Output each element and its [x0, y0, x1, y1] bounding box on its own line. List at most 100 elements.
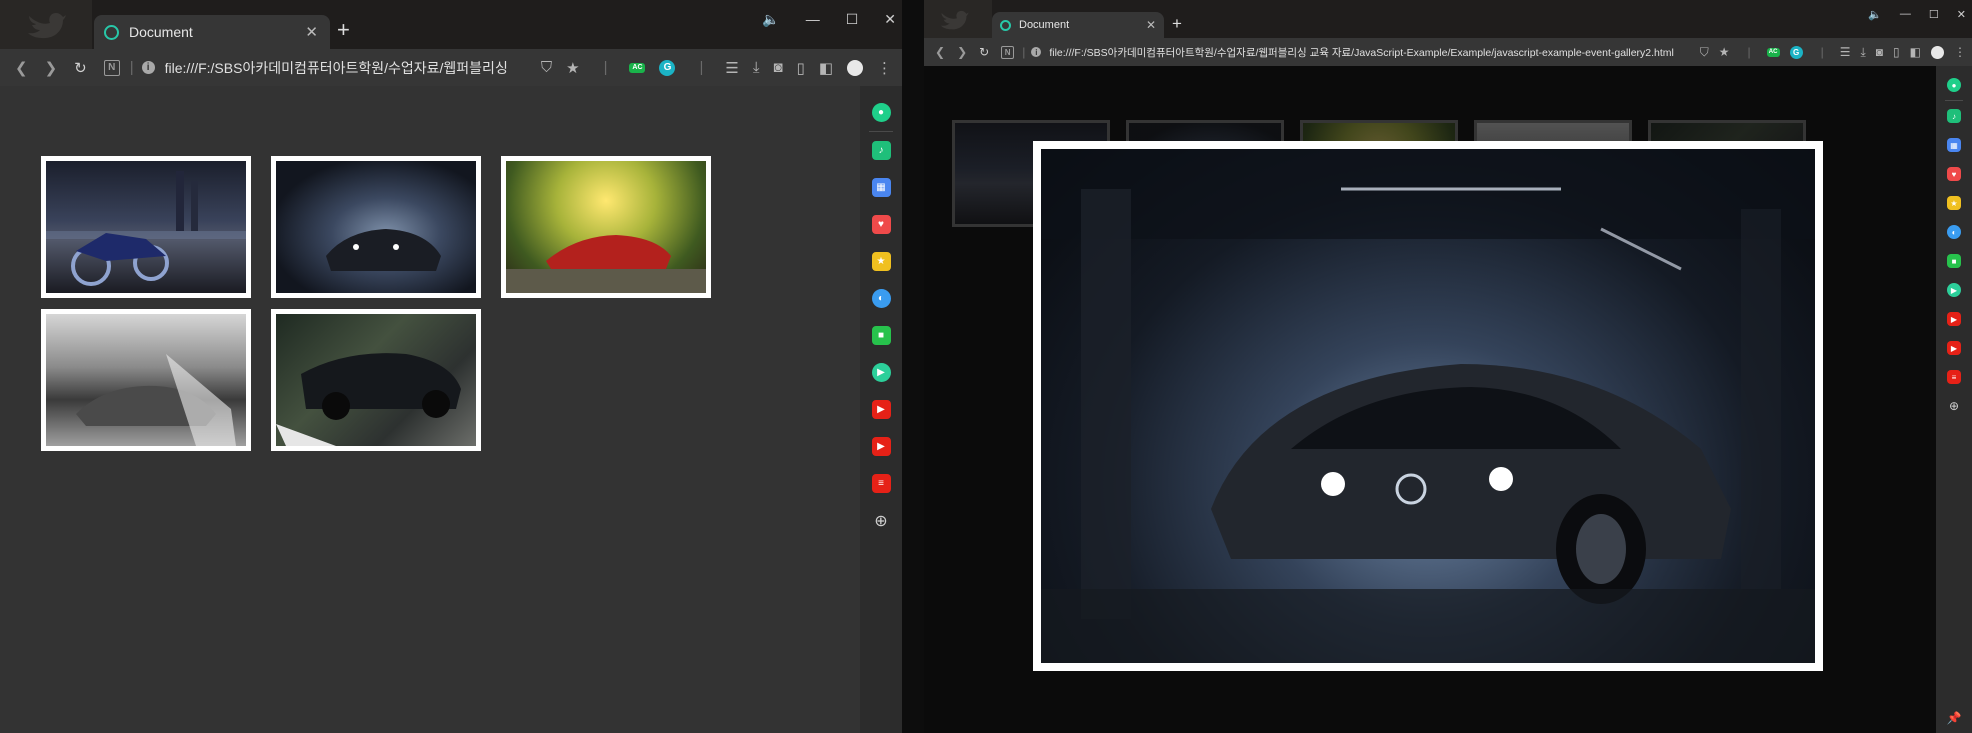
- camera-icon[interactable]: ◙: [1876, 45, 1883, 59]
- tab-document[interactable]: Document ✕: [992, 12, 1164, 38]
- papago-icon[interactable]: ≡: [1947, 370, 1961, 384]
- menu-dots-icon[interactable]: ⋮: [1954, 45, 1966, 59]
- new-tab-button[interactable]: +: [1172, 14, 1182, 34]
- naver-page-icon[interactable]: N: [103, 59, 120, 76]
- window-controls: 🔈 — ☐ ✕: [1868, 8, 1966, 21]
- menu-dots-icon[interactable]: ⋮: [877, 59, 892, 77]
- green-app-icon[interactable]: ■: [871, 326, 891, 345]
- reload-button[interactable]: ↻: [74, 59, 87, 77]
- naver-page-icon[interactable]: N: [1001, 45, 1015, 59]
- toolbar-divider: |: [1747, 45, 1751, 59]
- sidebar-toggle-icon[interactable]: ◧: [819, 59, 833, 77]
- toolbar-tools: ⛉ ★ | AC G | ☰ ⤓ ◙ ▯ ◧ ⋮: [1700, 45, 1972, 60]
- tab-favicon-icon: [104, 24, 119, 40]
- youtube-alt-icon[interactable]: ▶: [871, 437, 891, 456]
- camera-icon[interactable]: ◙: [773, 59, 782, 76]
- address-bar[interactable]: file:///F:/SBS아카데미컴퓨터아트학원/수업자료/웹퍼블리싱 교육 …: [1049, 45, 1699, 60]
- pin-icon[interactable]: 📌: [1947, 711, 1962, 725]
- gallery-thumb-5[interactable]: [271, 309, 481, 451]
- bookmark-star-icon[interactable]: ★: [1719, 45, 1730, 59]
- left-browser-window: Document ✕ + 🔈 — ☐ ✕ ❮ ❯ ↻ N | i file://…: [0, 0, 902, 733]
- youtube-alt-icon[interactable]: ▶: [1947, 341, 1961, 355]
- gallery-thumb-4[interactable]: [41, 309, 251, 451]
- profile-avatar[interactable]: [847, 59, 863, 76]
- shield-icon[interactable]: ⛉: [1700, 45, 1709, 60]
- tab-close-icon[interactable]: ✕: [1146, 18, 1156, 32]
- toolbar-divider: |: [699, 59, 704, 76]
- star-icon[interactable]: ★: [871, 252, 891, 271]
- play-icon[interactable]: ▶: [1947, 283, 1961, 297]
- gallery-thumb-3[interactable]: [501, 156, 711, 298]
- calendar-icon[interactable]: ▦: [871, 178, 891, 197]
- window-controls: 🔈 — ☐ ✕: [762, 11, 896, 28]
- minimize-button[interactable]: —: [1900, 8, 1911, 21]
- toolbar-divider: |: [129, 59, 134, 76]
- nav-buttons: ❮ ❯ ↻ N: [0, 59, 120, 77]
- reader-icon[interactable]: ▯: [797, 59, 805, 77]
- close-window-button[interactable]: ✕: [884, 11, 896, 28]
- playlist-icon[interactable]: ☰: [1840, 45, 1851, 59]
- add-sidebar-icon[interactable]: ⊕: [1949, 399, 1959, 413]
- add-sidebar-icon[interactable]: ⊕: [874, 511, 887, 531]
- bell-icon[interactable]: ♪: [1947, 109, 1961, 123]
- calendar-icon[interactable]: ▦: [1947, 138, 1961, 152]
- shield-icon[interactable]: ⛉: [541, 59, 552, 76]
- browser-toolbar: ❮ ❯ ↻ N | i file:///F:/SBS아카데미컴퓨터아트학원/수업…: [924, 38, 1972, 66]
- star-icon[interactable]: ★: [1947, 196, 1961, 210]
- whale-icon[interactable]: ●: [871, 103, 891, 122]
- site-info-icon[interactable]: i: [141, 61, 155, 74]
- lightbox-image[interactable]: [1033, 141, 1823, 671]
- sidebar-divider: [1945, 100, 1963, 101]
- papago-icon[interactable]: ≡: [871, 474, 891, 493]
- profile-avatar[interactable]: [1931, 45, 1944, 59]
- youtube-icon[interactable]: ▶: [1947, 312, 1961, 326]
- gallery-thumb-1[interactable]: [41, 156, 251, 298]
- translate-icon[interactable]: ◐: [871, 289, 891, 308]
- download-icon[interactable]: ⤓: [753, 59, 760, 76]
- pocket-icon[interactable]: ♥: [1947, 167, 1961, 181]
- back-button[interactable]: ❮: [935, 45, 945, 59]
- g-extension-icon[interactable]: G: [659, 59, 676, 76]
- minimize-button[interactable]: —: [806, 11, 820, 28]
- site-info-icon[interactable]: i: [1031, 47, 1042, 57]
- bugatti-photo: [276, 314, 476, 446]
- close-window-button[interactable]: ✕: [1957, 8, 1966, 21]
- reader-icon[interactable]: ▯: [1893, 45, 1900, 59]
- green-app-icon[interactable]: ■: [1947, 254, 1961, 268]
- maximize-button[interactable]: ☐: [1929, 8, 1939, 21]
- bookmark-star-icon[interactable]: ★: [566, 59, 579, 77]
- reload-button[interactable]: ↻: [979, 45, 989, 59]
- bell-icon[interactable]: ♪: [871, 141, 891, 160]
- tab-close-icon[interactable]: ✕: [305, 23, 318, 41]
- address-bar[interactable]: file:///F:/SBS아카데미컴퓨터아트학원/수업자료/웹퍼블리싱: [165, 58, 538, 78]
- g-extension-icon[interactable]: G: [1789, 45, 1803, 59]
- sidebar-divider: [869, 131, 893, 132]
- new-tab-button[interactable]: +: [337, 17, 350, 43]
- red-sports-car-photo: [506, 161, 706, 293]
- maximize-button[interactable]: ☐: [846, 11, 859, 28]
- speaker-icon[interactable]: 🔈: [1868, 8, 1882, 21]
- title-bar: Document ✕ + 🔈 — ☐ ✕: [0, 0, 902, 49]
- forward-button[interactable]: ❯: [45, 59, 58, 77]
- play-icon[interactable]: ▶: [871, 363, 891, 382]
- browser-sidebar: ● ♪ ▦ ♥ ★ ◐ ■ ▶ ▶ ▶ ≡ ⊕: [860, 86, 902, 733]
- tab-document[interactable]: Document ✕: [94, 15, 330, 49]
- youtube-icon[interactable]: ▶: [871, 400, 891, 419]
- sidebar-toggle-icon[interactable]: ◧: [1910, 45, 1921, 59]
- speaker-icon[interactable]: 🔈: [762, 11, 779, 28]
- tab-title: Document: [129, 24, 193, 40]
- ac-extension-icon[interactable]: AC: [1766, 47, 1780, 57]
- garage-car-large-photo: [1041, 149, 1815, 663]
- download-icon[interactable]: ⤓: [1860, 45, 1865, 60]
- whale-icon[interactable]: ●: [1947, 78, 1961, 92]
- toolbar-tools: ⛉ ★ | AC G | ☰ ⤓ ◙ ▯ ◧ ⋮: [541, 59, 902, 77]
- right-browser-window: Document ✕ + 🔈 — ☐ ✕ ❮ ❯ ↻ N | i file://…: [924, 0, 1972, 733]
- gallery-thumb-2[interactable]: [271, 156, 481, 298]
- playlist-icon[interactable]: ☰: [725, 59, 738, 77]
- translate-icon[interactable]: ◐: [1947, 225, 1961, 239]
- ac-extension-icon[interactable]: AC: [629, 62, 646, 73]
- back-button[interactable]: ❮: [15, 59, 28, 77]
- browser-toolbar: ❮ ❯ ↻ N | i file:///F:/SBS아카데미컴퓨터아트학원/수업…: [0, 49, 902, 86]
- forward-button[interactable]: ❯: [957, 45, 967, 59]
- pocket-icon[interactable]: ♥: [871, 215, 891, 234]
